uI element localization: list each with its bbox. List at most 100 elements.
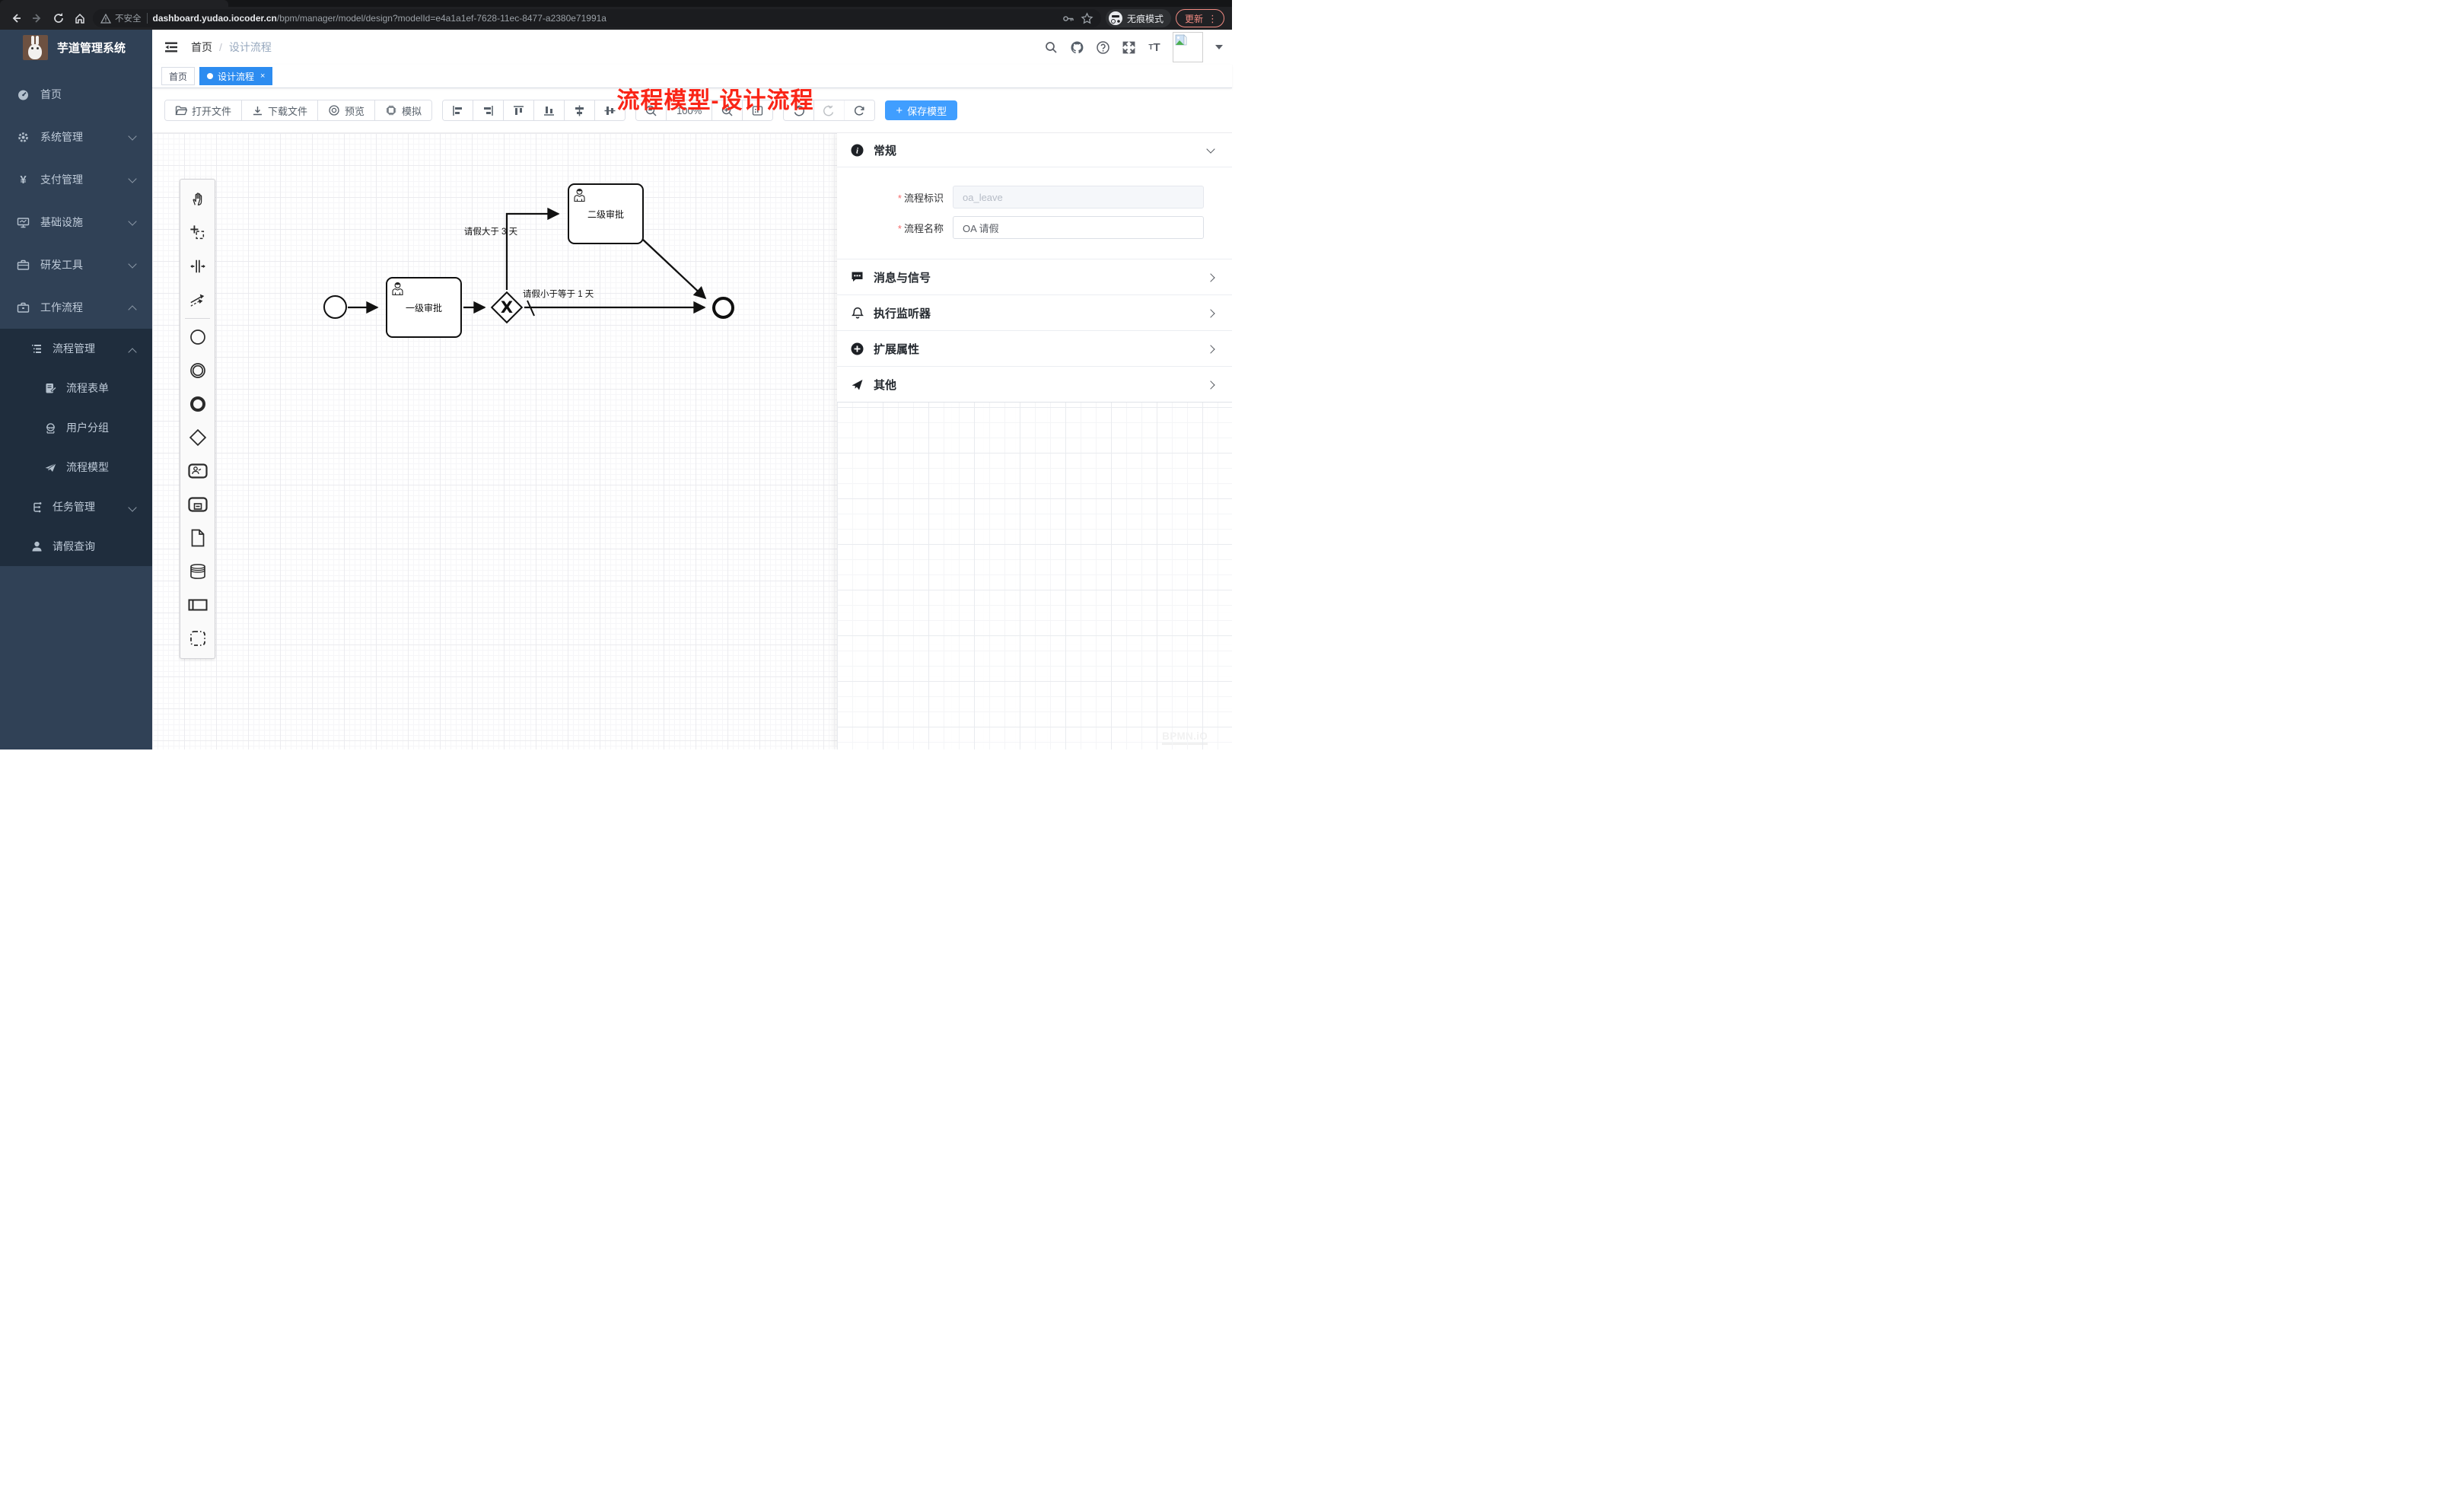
restart-button[interactable] — [845, 100, 874, 120]
section-other[interactable]: 其他 — [837, 366, 1232, 402]
tag-design-process[interactable]: 设计流程 × — [199, 67, 272, 85]
end-event[interactable] — [712, 297, 734, 319]
chevron-right-icon — [1206, 345, 1214, 353]
sidebar-item-infra[interactable]: 基础设施 — [0, 201, 152, 243]
align-right-button[interactable] — [473, 100, 504, 120]
start-event[interactable] — [323, 295, 347, 319]
back-icon[interactable] — [8, 10, 24, 27]
avatar-caret-icon[interactable] — [1215, 45, 1223, 49]
tag-home[interactable]: 首页 — [161, 67, 195, 85]
sidebar-item-leave-query[interactable]: 请假查询 — [0, 527, 152, 566]
preview-button[interactable]: 预览 — [318, 100, 375, 120]
exclusive-gateway[interactable]: X — [491, 291, 523, 323]
sidebar-item-payment[interactable]: ¥ 支付管理 — [0, 158, 152, 201]
breadcrumb-home[interactable]: 首页 — [191, 40, 212, 55]
condition-label-gt3days[interactable]: 请假大于 3 天 — [441, 225, 540, 237]
incognito-badge[interactable]: 无痕模式 — [1106, 9, 1171, 27]
save-model-button[interactable]: + 保存模型 — [885, 100, 957, 120]
user-task-level1[interactable]: 一级审批 — [386, 277, 462, 338]
app-logo-row[interactable]: 芋道管理系统 — [0, 30, 152, 65]
url-text[interactable]: dashboard.yudao.iocoder.cn/bpm/manager/m… — [153, 13, 1056, 24]
incognito-icon — [1109, 11, 1122, 25]
button-label: 打开文件 — [192, 103, 231, 118]
open-file-button[interactable]: 打开文件 — [165, 100, 242, 120]
section-message-signal[interactable]: 消息与信号 — [837, 259, 1232, 294]
help-icon[interactable] — [1095, 40, 1110, 55]
process-name-input[interactable] — [953, 216, 1204, 239]
create-group[interactable] — [180, 622, 215, 655]
process-key-input[interactable] — [953, 186, 1204, 208]
condition-label-le1day[interactable]: 请假小于等于 1 天 — [523, 288, 594, 300]
fullscreen-icon[interactable] — [1121, 40, 1136, 55]
align-center-horizontal-button[interactable] — [565, 100, 595, 120]
global-connect-tool[interactable] — [180, 283, 215, 317]
sidebar-item-label: 流程模型 — [66, 460, 109, 475]
redo-button[interactable] — [814, 100, 845, 120]
chevron-right-icon — [1206, 380, 1214, 389]
chevron-right-icon — [1206, 309, 1214, 317]
create-data-object[interactable] — [180, 521, 215, 555]
zoom-in-button[interactable] — [712, 100, 743, 120]
sidebar-item-home[interactable]: 首页 — [0, 73, 152, 116]
plus-icon: + — [896, 104, 903, 117]
hand-tool[interactable] — [180, 183, 215, 216]
sidebar-item-workflow[interactable]: 工作流程 — [0, 286, 152, 329]
browser-menu-icon[interactable]: ⋮ — [1208, 14, 1218, 24]
bookmark-star-icon[interactable] — [1081, 12, 1094, 25]
zoom-level-value: 100% — [676, 105, 702, 116]
general-form: *流程标识 *流程名称 — [837, 167, 1232, 259]
key-icon[interactable] — [1062, 12, 1074, 25]
yen-icon: ¥ — [17, 173, 30, 186]
avatar[interactable] — [1173, 32, 1203, 62]
create-subprocess[interactable] — [180, 488, 215, 521]
fit-viewport-button[interactable] — [743, 100, 772, 120]
user-task-level2[interactable]: 二级审批 — [568, 183, 644, 244]
sidebar-item-user-group[interactable]: 用户分组 — [0, 408, 152, 447]
create-start-event[interactable] — [180, 320, 215, 354]
browser-update-button[interactable]: 更新 ⋮ — [1176, 9, 1224, 27]
align-top-button[interactable] — [504, 100, 534, 120]
section-title: 消息与信号 — [874, 269, 931, 285]
sidebar-item-process-form[interactable]: 流程表单 — [0, 368, 152, 408]
sidebar-item-task-mgmt[interactable]: 任务管理 — [0, 487, 152, 527]
space-tool[interactable] — [180, 250, 215, 283]
home-icon[interactable] — [72, 10, 88, 27]
reload-icon[interactable] — [50, 10, 67, 27]
simulate-button[interactable]: 模拟 — [375, 100, 431, 120]
align-left-button[interactable] — [443, 100, 473, 120]
download-file-button[interactable]: 下载文件 — [242, 100, 318, 120]
chip-icon — [385, 104, 397, 116]
align-center-vertical-button[interactable] — [595, 100, 625, 120]
create-end-event[interactable] — [180, 387, 215, 421]
create-intermediate-event[interactable] — [180, 354, 215, 387]
sidebar-item-process-mgmt[interactable]: 流程管理 — [0, 329, 152, 368]
align-bottom-button[interactable] — [534, 100, 565, 120]
sidebar-item-process-model[interactable]: 流程模型 — [0, 447, 152, 487]
forward-icon[interactable] — [29, 10, 46, 27]
zoom-level[interactable]: 100% — [667, 100, 712, 120]
browser-active-tab[interactable] — [0, 0, 228, 7]
sidebar-item-system[interactable]: 系统管理 — [0, 116, 152, 158]
create-data-store[interactable] — [180, 555, 215, 588]
section-execution-listener[interactable]: 执行监听器 — [837, 294, 1232, 330]
search-icon[interactable] — [1043, 40, 1059, 55]
address-bar[interactable]: 不安全 dashboard.yudao.iocoder.cn/bpm/manag… — [93, 9, 1101, 27]
create-participant[interactable] — [180, 588, 215, 622]
lasso-tool[interactable] — [180, 216, 215, 250]
properties-panel-column: i 常规 *流程标识 *流程名称 — [837, 133, 1232, 750]
close-icon[interactable]: × — [260, 72, 265, 81]
section-extended-attributes[interactable]: 扩展属性 — [837, 330, 1232, 366]
collapse-sidebar-icon[interactable] — [164, 40, 179, 55]
app-logo — [23, 35, 48, 60]
bpmn-canvas[interactable]: 一级审批 二级审批 X 请假大于 3 天 请假小于等于 1 天 — [152, 132, 1232, 750]
zoom-out-button[interactable] — [636, 100, 667, 120]
undo-button[interactable] — [784, 100, 814, 120]
download-icon — [252, 105, 263, 116]
create-user-task[interactable] — [180, 454, 215, 488]
sidebar-item-devtools[interactable]: 研发工具 — [0, 243, 152, 286]
create-gateway[interactable] — [180, 421, 215, 454]
section-general[interactable]: i 常规 — [837, 133, 1232, 167]
github-icon[interactable] — [1069, 40, 1084, 55]
security-chip[interactable]: 不安全 — [100, 12, 142, 24]
font-size-icon[interactable]: TT — [1147, 40, 1162, 55]
